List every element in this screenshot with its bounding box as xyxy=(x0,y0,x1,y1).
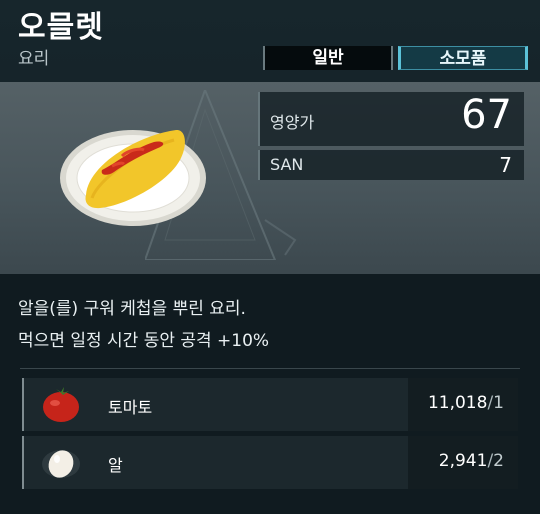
egg-icon xyxy=(42,450,80,478)
description-line: 알을(를) 구워 케첩을 뿌린 요리. xyxy=(18,299,246,319)
description-line: 먹으면 일정 시간 동안 공격 +10% xyxy=(18,331,270,351)
stat-nutrition: 영양가 67 xyxy=(258,92,524,146)
ingredient-owned: 2,941 xyxy=(438,451,488,471)
ingredient-required: 1 xyxy=(493,393,504,413)
san-value: 7 xyxy=(499,153,512,177)
ingredient-name: 알 xyxy=(108,456,123,475)
divider xyxy=(20,368,520,369)
ingredient-name: 토마토 xyxy=(108,398,153,417)
ingredient-required: 2 xyxy=(493,451,504,471)
tab-consumable[interactable]: 소모품 xyxy=(398,46,528,70)
nutrition-value: 67 xyxy=(461,92,512,138)
tab-general[interactable]: 일반 xyxy=(263,46,393,70)
tomato-icon xyxy=(43,387,79,422)
item-title: 오믈렛 xyxy=(18,10,104,45)
ingredient-row[interactable]: 토마토 11,018/1 xyxy=(22,378,518,431)
ingredient-quantity: 2,941/2 xyxy=(408,436,518,489)
ingredient-quantity: 11,018/1 xyxy=(408,378,518,431)
item-category: 요리 xyxy=(18,49,50,69)
san-label: SAN xyxy=(270,155,304,174)
nutrition-label: 영양가 xyxy=(270,113,315,132)
item-detail-panel: 오믈렛 요리 일반 소모품 영양가 67 SAN 7 알을(를) 구워 케첩을 … xyxy=(0,0,540,514)
stat-san: SAN 7 xyxy=(258,150,524,180)
omelette-image xyxy=(60,129,206,226)
ingredient-row[interactable]: 알 2,941/2 xyxy=(22,436,518,489)
ingredient-owned: 11,018 xyxy=(427,393,488,413)
